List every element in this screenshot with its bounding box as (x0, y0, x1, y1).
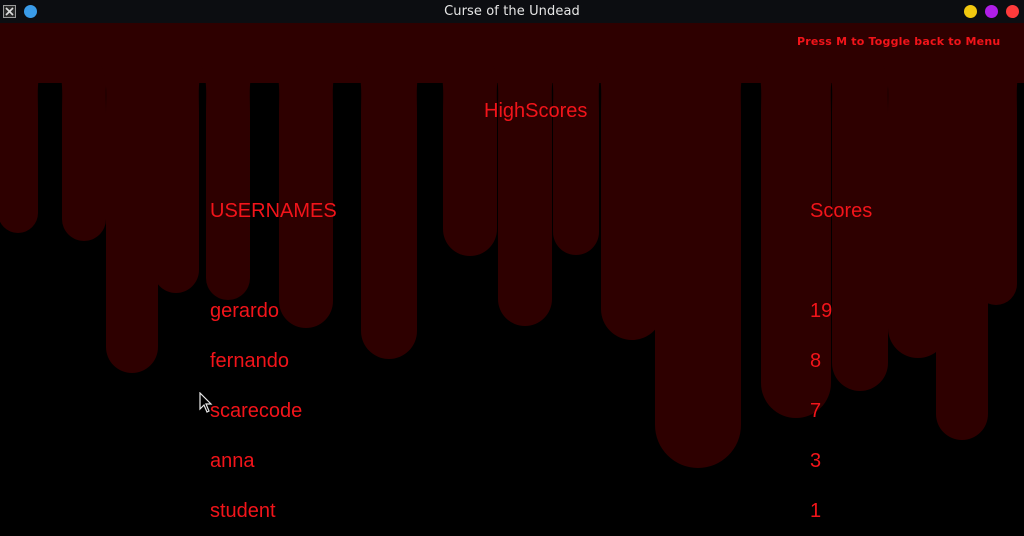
title-bar[interactable]: Curse of the Undead (0, 0, 1024, 23)
window-title: Curse of the Undead (444, 4, 580, 19)
usernames-column-header: USERNAMES (210, 200, 337, 222)
row-score: 8 (810, 350, 822, 372)
blood-drip (826, 63, 894, 391)
blood-drip (56, 63, 112, 241)
blood-drip (437, 63, 503, 256)
menu-toggle-hint: Press M to Toggle back to Menu (797, 35, 1001, 48)
row-username: student (210, 500, 276, 522)
row-score: 3 (810, 450, 822, 472)
highscores-title: HighScores (484, 100, 588, 122)
row-username: scarecode (210, 400, 303, 422)
row-username: fernando (210, 350, 289, 372)
blood-drip (273, 63, 339, 328)
maximize-button[interactable] (985, 5, 998, 18)
blood-drip (0, 63, 44, 233)
row-score: 7 (810, 400, 822, 422)
mouse-cursor-icon (199, 392, 213, 413)
blood-drip (969, 63, 1023, 305)
row-username: anna (210, 450, 255, 472)
blood-drip (147, 63, 205, 293)
minimize-button[interactable] (964, 5, 977, 18)
row-username: gerardo (210, 300, 279, 322)
blood-drip (649, 63, 747, 468)
app-window: Curse of the Undead Press M to Toggle ba… (0, 0, 1024, 536)
blood-drip (547, 63, 605, 255)
game-canvas[interactable]: Press M to Toggle back to Menu HighScore… (0, 23, 1024, 536)
blood-drip (355, 63, 423, 359)
blood-drip (755, 63, 837, 418)
scores-column-header: Scores (810, 200, 873, 222)
close-button[interactable] (1006, 5, 1019, 18)
row-score: 1 (810, 500, 822, 522)
blood-drip (200, 63, 256, 300)
row-score: 19 (810, 300, 833, 322)
